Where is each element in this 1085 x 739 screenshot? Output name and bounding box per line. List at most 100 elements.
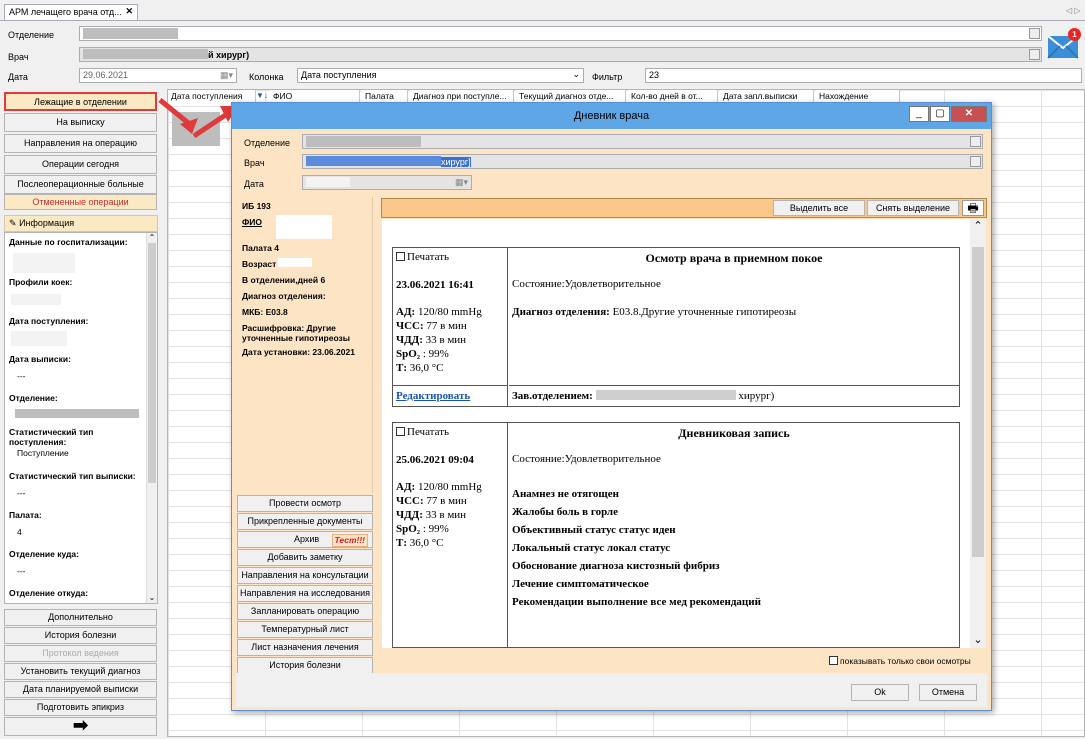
arrow-right-icon[interactable]: ➡ bbox=[4, 717, 157, 736]
btn-case-history[interactable]: История болезни bbox=[237, 657, 373, 674]
mail-badge: 1 bbox=[1068, 28, 1081, 41]
deselect-button[interactable]: Снять выделение bbox=[867, 200, 959, 216]
record-2-title: Дневниковая запись bbox=[678, 426, 790, 440]
records-scrollbar[interactable]: ⌃ ⌄ bbox=[970, 219, 986, 648]
ad-value: 120/80 mmHg bbox=[417, 481, 482, 493]
ad-value: 120/80 mmHg bbox=[417, 306, 482, 318]
record-2-state: Состояние:Удовлетворительное bbox=[512, 453, 661, 465]
btn-history[interactable]: История болезни bbox=[4, 627, 157, 644]
checkbox[interactable] bbox=[829, 656, 838, 665]
btn-consult-referrals[interactable]: Направления на консультации bbox=[237, 567, 373, 584]
own-only-toggle[interactable]: показывать только свои осмотры bbox=[829, 656, 971, 666]
ad-label: АД: bbox=[396, 481, 416, 493]
record-1-print[interactable]: Печатать bbox=[396, 251, 504, 263]
dept-field[interactable] bbox=[79, 26, 1042, 41]
maximize-icon[interactable]: ▢ bbox=[930, 106, 950, 122]
dept-lookup-button[interactable] bbox=[1029, 28, 1040, 39]
close-icon[interactable]: ✕ bbox=[951, 106, 987, 122]
btn-planned-discharge[interactable]: Дата планируемой выписки bbox=[4, 681, 157, 698]
records-toolbar: Выделить все Снять выделение 🖶 bbox=[381, 198, 987, 218]
patient-days: В отделении,дней 6 bbox=[242, 275, 326, 285]
info-key: Отделение откуда: bbox=[9, 588, 89, 598]
info-header[interactable]: ✎ Информация bbox=[4, 215, 158, 232]
mail-icon[interactable]: 1 bbox=[1047, 28, 1081, 60]
info-key: Дата выписки: bbox=[9, 354, 71, 364]
chdd-value: 33 в мин bbox=[425, 334, 467, 346]
ok-button[interactable]: Ok bbox=[851, 684, 909, 701]
dlg-dept-label: Отделение bbox=[244, 138, 291, 148]
filter-input[interactable]: 23 bbox=[645, 68, 1082, 83]
test-badge: Тест!!! bbox=[331, 534, 368, 547]
window-tab[interactable]: АРМ лечащего врача отд... ✕ bbox=[4, 4, 138, 20]
tab-scroll-icons[interactable]: ◁ ▷ bbox=[1066, 6, 1081, 15]
redacted bbox=[15, 409, 139, 418]
btn-research-referrals[interactable]: Направления на исследования bbox=[237, 585, 373, 602]
nav-discharge[interactable]: На выписку bbox=[4, 113, 157, 132]
print-icon[interactable]: 🖶 bbox=[962, 200, 984, 216]
doctor-field[interactable]: й хирург) bbox=[79, 47, 1042, 62]
edit-link[interactable]: Редактировать bbox=[393, 385, 507, 407]
diary-line: Рекомендации выполнение все мед рекоменд… bbox=[512, 596, 761, 608]
print-label: Печатать bbox=[407, 426, 450, 438]
diary-line: Лечение симптоматическое bbox=[512, 578, 649, 590]
btn-attached-docs[interactable]: Прикрепленные документы bbox=[237, 513, 373, 530]
scroll-down-icon[interactable]: ⌄ bbox=[970, 633, 986, 646]
chdd-label: ЧДД: bbox=[396, 334, 423, 346]
patient-age-label: Возраст bbox=[242, 259, 277, 269]
btn-plan-surgery[interactable]: Запланировать операцию bbox=[237, 603, 373, 620]
info-key: Статистический тип поступления: bbox=[9, 427, 94, 447]
spo-label: SpO₂ bbox=[396, 523, 421, 535]
info-value: 4 bbox=[17, 527, 22, 537]
nav-surgery-referrals[interactable]: Направления на операцию bbox=[4, 134, 157, 153]
dlg-doctor-lookup[interactable] bbox=[970, 156, 981, 167]
redacted bbox=[83, 28, 178, 39]
btn-set-diagnosis[interactable]: Установить текущий диагноз bbox=[4, 663, 157, 680]
info-value: --- bbox=[17, 566, 26, 576]
info-key: Дата поступления: bbox=[9, 316, 89, 326]
records-scroll-thumb[interactable] bbox=[972, 247, 984, 557]
btn-prescription[interactable]: Лист назначения лечения bbox=[237, 639, 373, 656]
info-panel: ⌃ ⌄ Данные по госпитализации: Профили кое… bbox=[4, 232, 158, 604]
date-field[interactable]: 29.06.2021 ▦▾ bbox=[79, 68, 237, 83]
minimize-icon[interactable]: _ bbox=[909, 106, 929, 122]
dlg-dept-lookup[interactable] bbox=[970, 136, 981, 147]
diary-line: Обоснование диагноза кистозный фибриз bbox=[512, 560, 720, 572]
calendar-icon[interactable]: ▦▾ bbox=[220, 70, 233, 81]
btn-archive[interactable]: Архив Тест!!! bbox=[237, 531, 373, 548]
checkbox[interactable] bbox=[396, 427, 405, 436]
doctor-label: Врач bbox=[8, 52, 29, 62]
btn-epicrisis[interactable]: Подготовить эпикриз bbox=[4, 699, 157, 716]
dlg-date-field[interactable]: ▦▾ bbox=[302, 175, 472, 190]
nav-surgeries-today[interactable]: Операции сегодня bbox=[4, 155, 157, 174]
btn-add-note[interactable]: Добавить заметку bbox=[237, 549, 373, 566]
dlg-dept-field[interactable] bbox=[302, 134, 983, 149]
select-all-button[interactable]: Выделить все bbox=[773, 200, 865, 216]
btn-examine[interactable]: Провести осмотр bbox=[237, 495, 373, 512]
records-area: ⌃ ⌄ Печатать 23.06.2021 16:41 АД: 120/80… bbox=[382, 219, 986, 648]
record-1-right: Осмотр врача в приемном покое Состояние:… bbox=[509, 248, 959, 406]
info-scrollbar[interactable]: ⌃ ⌄ bbox=[146, 233, 157, 603]
calendar-icon[interactable]: ▦▾ bbox=[455, 177, 468, 188]
info-scroll-thumb[interactable] bbox=[148, 243, 156, 483]
nav-postop[interactable]: Послеоперационные больные bbox=[4, 175, 157, 194]
cancel-button[interactable]: Отмена bbox=[919, 684, 977, 701]
column-select[interactable]: Дата поступления ⌄ bbox=[297, 68, 584, 83]
scroll-up-icon[interactable]: ⌃ bbox=[970, 219, 986, 232]
btn-additional[interactable]: Дополнительно bbox=[4, 609, 157, 626]
info-key: Палата: bbox=[9, 510, 42, 520]
patient-decode: Расшифровка: Другие уточненные гипотирео… bbox=[242, 323, 351, 343]
chevron-down-icon[interactable]: ⌄ bbox=[572, 69, 580, 80]
info-key: Отделение: bbox=[9, 393, 58, 403]
btn-temp-sheet[interactable]: Температурный лист bbox=[237, 621, 373, 638]
hss-label: ЧСС: bbox=[396, 495, 424, 507]
spo-label: SpO₂ bbox=[396, 348, 421, 360]
patient-diag-label: Диагноз отделения: bbox=[242, 291, 326, 301]
dlg-doctor-field[interactable]: хирург] bbox=[302, 154, 983, 169]
nav-inpatients[interactable]: Лежащие в отделении bbox=[4, 92, 157, 111]
close-icon[interactable]: ✕ bbox=[125, 6, 133, 17]
nav-cancelled-surgeries[interactable]: Отмененные операции bbox=[4, 194, 157, 210]
doctor-lookup-button[interactable] bbox=[1029, 49, 1040, 60]
record-2-print[interactable]: Печатать bbox=[396, 426, 504, 438]
doctor-diary-dialog: Дневник врача _ ▢ ✕ Отделение Врач хирур… bbox=[231, 102, 992, 711]
checkbox[interactable] bbox=[396, 252, 405, 261]
